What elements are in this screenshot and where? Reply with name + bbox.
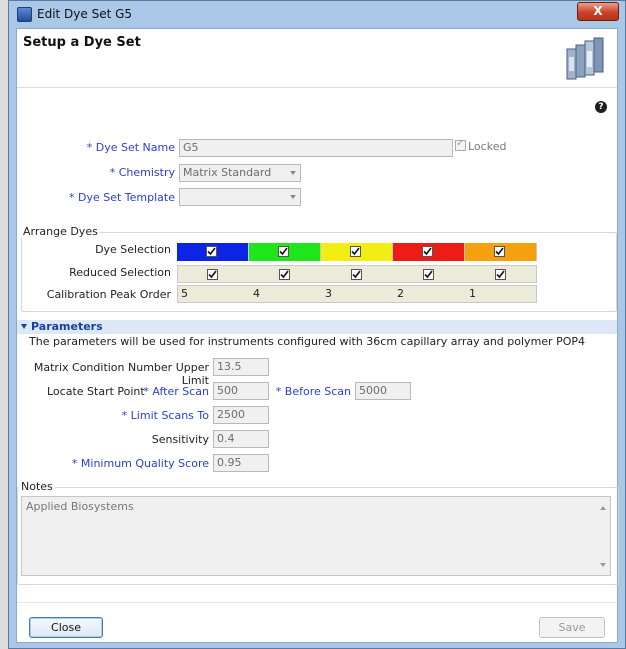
calibration-order-value: 4	[253, 287, 260, 300]
chemistry-label: * Chemistry	[109, 166, 175, 179]
window-title: Edit Dye Set G5	[37, 7, 133, 21]
matrix-condition-label: Matrix Condition Number Upper Limit	[33, 361, 209, 387]
scroll-down-icon[interactable]	[600, 563, 606, 567]
dialog-body: Setup a Dye Set ? * Dye Set Name G5 Lock…	[16, 28, 619, 643]
notes-title: Notes	[19, 480, 55, 493]
reduced-selection-label: Reduced Selection	[69, 266, 171, 279]
title-bar[interactable]: Edit Dye Set G5 X	[9, 1, 625, 27]
page-title: Setup a Dye Set	[23, 35, 141, 50]
scroll-up-icon[interactable]	[600, 506, 606, 510]
reduced-selection-checkbox[interactable]	[207, 269, 218, 280]
app-icon	[17, 7, 32, 22]
locked-checkbox[interactable]: Locked	[455, 138, 507, 153]
arrange-dyes-title: Arrange Dyes	[21, 225, 100, 238]
dye-set-name-label: * Dye Set Name	[86, 141, 175, 154]
calibration-order-value: 3	[325, 287, 332, 300]
dye-selection-checkbox[interactable]	[494, 246, 505, 257]
window-close-button[interactable]: X	[577, 2, 619, 21]
reduced-selection-checkbox[interactable]	[279, 269, 290, 280]
sensitivity-label: Sensitivity	[151, 433, 209, 446]
dye-selection-checkbox[interactable]	[278, 246, 289, 257]
locked-checkbox-box[interactable]	[455, 138, 466, 151]
save-button[interactable]: Save	[539, 617, 605, 638]
dye-set-name-field[interactable]: G5	[179, 139, 453, 157]
after-scan-label: * After Scan	[143, 385, 209, 398]
limit-scans-field[interactable]: 2500	[213, 406, 269, 424]
locate-start-point-label: Locate Start Point	[47, 385, 145, 398]
dye-set-icon	[566, 37, 604, 80]
dye-selection-checkbox[interactable]	[422, 246, 433, 257]
chevron-down-icon	[290, 195, 296, 199]
chevron-down-icon	[290, 171, 296, 175]
dye-selection-label: Dye Selection	[95, 243, 171, 256]
locked-label: Locked	[468, 140, 507, 153]
sensitivity-field[interactable]: 0.4	[213, 430, 269, 448]
edit-dye-set-window: Edit Dye Set G5 X Setup a Dye Set ? * Dy…	[8, 0, 626, 649]
dye-selection-checkbox[interactable]	[350, 246, 361, 257]
calibration-order-value: 5	[181, 287, 188, 300]
reduced-selection-checkbox[interactable]	[351, 269, 362, 280]
notes-text: Applied Biosystems	[26, 500, 134, 513]
dye-selection-checkbox[interactable]	[206, 246, 217, 257]
reduced-selection-checkbox[interactable]	[495, 269, 506, 280]
collapse-caret-icon[interactable]	[21, 324, 27, 329]
limit-scans-label: * Limit Scans To	[121, 409, 209, 422]
min-quality-label: * Minimum Quality Score	[71, 457, 209, 470]
calibration-order-value: 2	[397, 287, 404, 300]
close-button[interactable]: Close	[29, 617, 103, 638]
dye-color-cell	[249, 243, 321, 261]
dye-set-template-select[interactable]	[179, 188, 301, 206]
before-scan-label: * Before Scan	[275, 385, 351, 398]
parameters-header[interactable]: Parameters	[17, 320, 617, 334]
matrix-condition-field[interactable]: 13.5	[213, 358, 269, 376]
chemistry-value: Matrix Standard	[183, 166, 272, 179]
calibration-order-row	[177, 285, 537, 303]
help-icon[interactable]: ?	[595, 101, 607, 113]
dye-color-cell	[321, 243, 393, 261]
dye-color-cell	[177, 243, 249, 261]
before-scan-field[interactable]: 5000	[355, 382, 411, 400]
dye-color-cell	[465, 243, 537, 261]
chemistry-select[interactable]: Matrix Standard	[179, 164, 301, 182]
calibration-order-value: 1	[469, 287, 476, 300]
parameters-description: The parameters will be used for instrume…	[29, 335, 585, 348]
notes-textarea[interactable]: Applied Biosystems	[21, 496, 611, 576]
after-scan-field[interactable]: 500	[213, 382, 269, 400]
header-divider	[17, 87, 617, 88]
dye-color-cell	[393, 243, 465, 261]
calibration-peak-order-label: Calibration Peak Order	[46, 288, 171, 301]
parameters-title: Parameters	[31, 320, 103, 333]
dye-set-template-label: * Dye Set Template	[69, 191, 175, 204]
footer-divider	[17, 602, 617, 603]
min-quality-field[interactable]: 0.95	[213, 454, 269, 472]
reduced-selection-checkbox[interactable]	[423, 269, 434, 280]
